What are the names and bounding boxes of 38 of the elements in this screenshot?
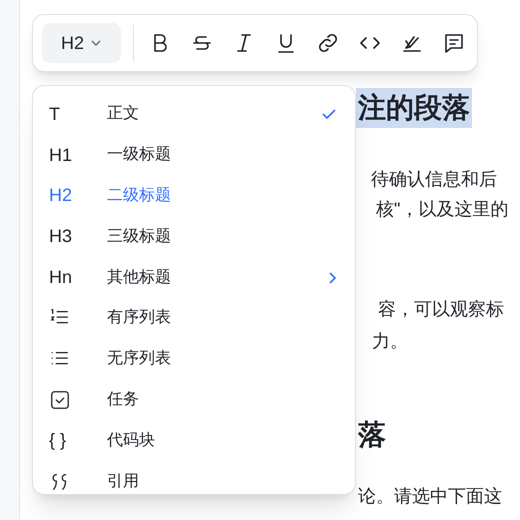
heading-text: 注的段落	[356, 88, 472, 128]
menu-item[interactable]: 任务	[33, 380, 355, 420]
menu-item-label: 代码块	[107, 430, 156, 451]
format-glyph: Hn	[49, 266, 72, 290]
menu-item-label: 一级标题	[107, 145, 172, 166]
format-glyph: T	[49, 102, 60, 126]
menu-item-label: 三级标题	[107, 226, 172, 247]
menu-item-label: 其他标题	[107, 268, 172, 288]
menu-item[interactable]: H2 二级标题	[33, 176, 355, 216]
checkbox-icon	[49, 388, 71, 411]
format-glyph: H2	[49, 184, 72, 208]
menu-item-label: 有序列表	[107, 308, 172, 328]
menu-item[interactable]: H1 一级标题	[33, 134, 355, 176]
menu-item-label: 二级标题	[107, 186, 172, 206]
paragraph-text: 核"，以及这里的	[376, 198, 508, 221]
chevron-down-icon	[90, 39, 102, 47]
menu-item[interactable]: H3 三级标题	[33, 216, 355, 258]
menu-item-label: 引用	[107, 472, 140, 492]
block-type-dropdown[interactable]: H2	[42, 23, 121, 63]
link-icon	[316, 31, 340, 55]
menu-item[interactable]: 无序列表	[33, 338, 355, 380]
format-glyph: H1	[49, 144, 72, 167]
paragraph-text: 容，可以观察标	[378, 298, 504, 321]
menu-item-label: 任务	[107, 390, 140, 410]
paragraph-text: 待确认信息和后	[371, 168, 497, 191]
format-glyph: { }	[49, 429, 66, 452]
menu-item-label: 正文	[107, 104, 140, 124]
menu-item[interactable]: 引用	[33, 461, 355, 502]
menu-item-label: 无序列表	[107, 348, 172, 370]
menu-item[interactable]: { } 代码块	[33, 420, 355, 462]
paragraph-text: 力。	[372, 330, 408, 353]
format-glyph: H3	[49, 225, 72, 248]
menu-item[interactable]: T 正文	[33, 94, 355, 135]
menu-item[interactable]: Hn 其他标题	[33, 257, 355, 298]
menu-item[interactable]: 有序列表	[33, 298, 355, 339]
paragraph-text: 论。请选中下面这	[358, 485, 502, 508]
comment-icon	[442, 31, 466, 55]
heading-text: 落	[358, 418, 386, 452]
